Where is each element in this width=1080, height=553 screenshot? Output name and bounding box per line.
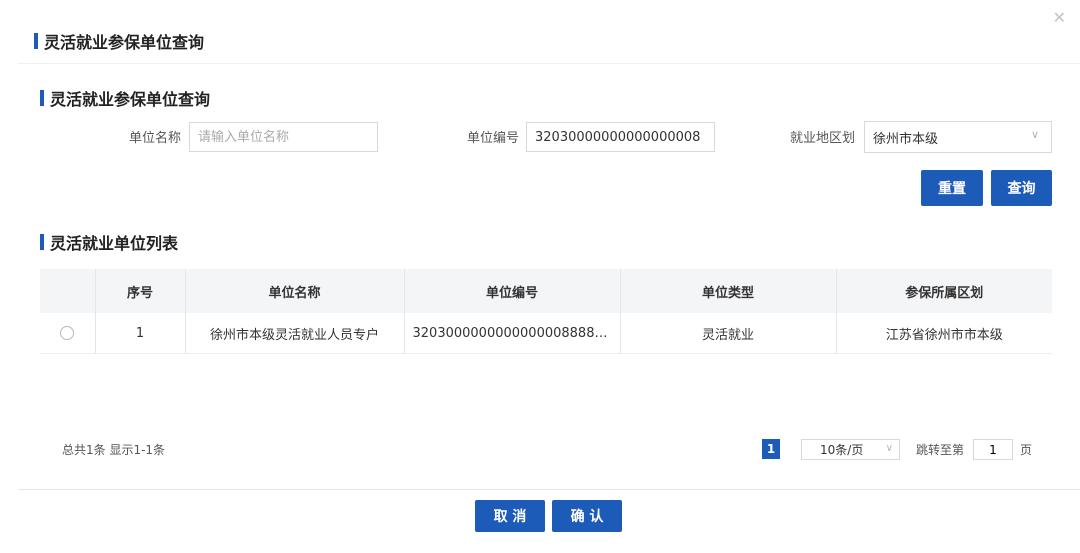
jump-to-label: 跳转至第 (916, 443, 965, 457)
row-unit-name: 徐州市本级灵活就业人员专户 (185, 313, 405, 354)
page-number-current[interactable]: 1 (762, 439, 780, 459)
query-button[interactable]: 查询 (991, 170, 1052, 206)
page-size-select[interactable]: 10条/页 ∨ (801, 439, 900, 460)
search-section-title-text: 灵活就业参保单位查询 (50, 90, 211, 109)
table-row[interactable]: 1 徐州市本级灵活就业人员专户 32030000000000000088888.… (40, 313, 1052, 354)
row-select-cell (40, 313, 96, 354)
unit-name-input[interactable] (189, 122, 378, 152)
chevron-down-icon: ∨ (885, 443, 893, 454)
col-header-unit-type: 单位类型 (620, 269, 837, 313)
title-divider (18, 63, 1080, 64)
jump-page-input[interactable] (973, 439, 1013, 460)
footer-divider (18, 489, 1080, 490)
section-accent-bar (40, 90, 44, 106)
close-icon[interactable]: ✕ (1053, 10, 1066, 26)
confirm-button[interactable]: 确 认 (552, 500, 622, 532)
pagination-summary: 总共1条 显示1-1条 (62, 443, 166, 457)
page-size-value: 10条/页 (820, 443, 864, 457)
row-region: 江苏省徐州市市本级 (836, 313, 1052, 354)
col-header-unit-name: 单位名称 (185, 269, 405, 313)
unit-code-input[interactable] (526, 122, 715, 152)
dialog-title: 灵活就业参保单位查询 (34, 29, 204, 53)
col-header-seq: 序号 (95, 269, 186, 313)
list-section-title: 灵活就业单位列表 (40, 230, 178, 254)
region-select[interactable]: 徐州市本级 ∨ (864, 121, 1052, 153)
row-unit-type: 灵活就业 (620, 313, 837, 354)
section-accent-bar (40, 234, 44, 250)
cancel-button[interactable]: 取 消 (475, 500, 545, 532)
list-section-title-text: 灵活就业单位列表 (50, 234, 179, 253)
unit-name-label: 单位名称 (129, 131, 182, 146)
query-dialog: ✕ 灵活就业参保单位查询 灵活就业参保单位查询 单位名称 单位编号 就业地区划 … (0, 0, 1080, 553)
col-header-unit-code: 单位编号 (404, 269, 621, 313)
row-radio-button[interactable] (60, 326, 75, 340)
chevron-down-icon: ∨ (1030, 128, 1039, 141)
page-unit-label: 页 (1020, 443, 1033, 457)
table-header-row: 序号 单位名称 单位编号 单位类型 参保所属区划 (40, 269, 1052, 313)
row-unit-code: 32030000000000000088888... (404, 313, 621, 354)
col-header-region: 参保所属区划 (836, 269, 1052, 313)
reset-button[interactable]: 重置 (921, 170, 983, 206)
region-label: 就业地区划 (790, 131, 856, 146)
search-section-title: 灵活就业参保单位查询 (40, 86, 210, 110)
row-seq: 1 (95, 313, 186, 354)
region-select-value: 徐州市本级 (873, 131, 939, 147)
title-accent-bar (34, 33, 38, 49)
col-header-select (40, 269, 96, 313)
unit-table: 序号 单位名称 单位编号 单位类型 参保所属区划 1 徐州市本级灵活就业人员专户… (40, 269, 1052, 354)
unit-code-label: 单位编号 (467, 131, 520, 146)
dialog-title-text: 灵活就业参保单位查询 (44, 33, 205, 52)
